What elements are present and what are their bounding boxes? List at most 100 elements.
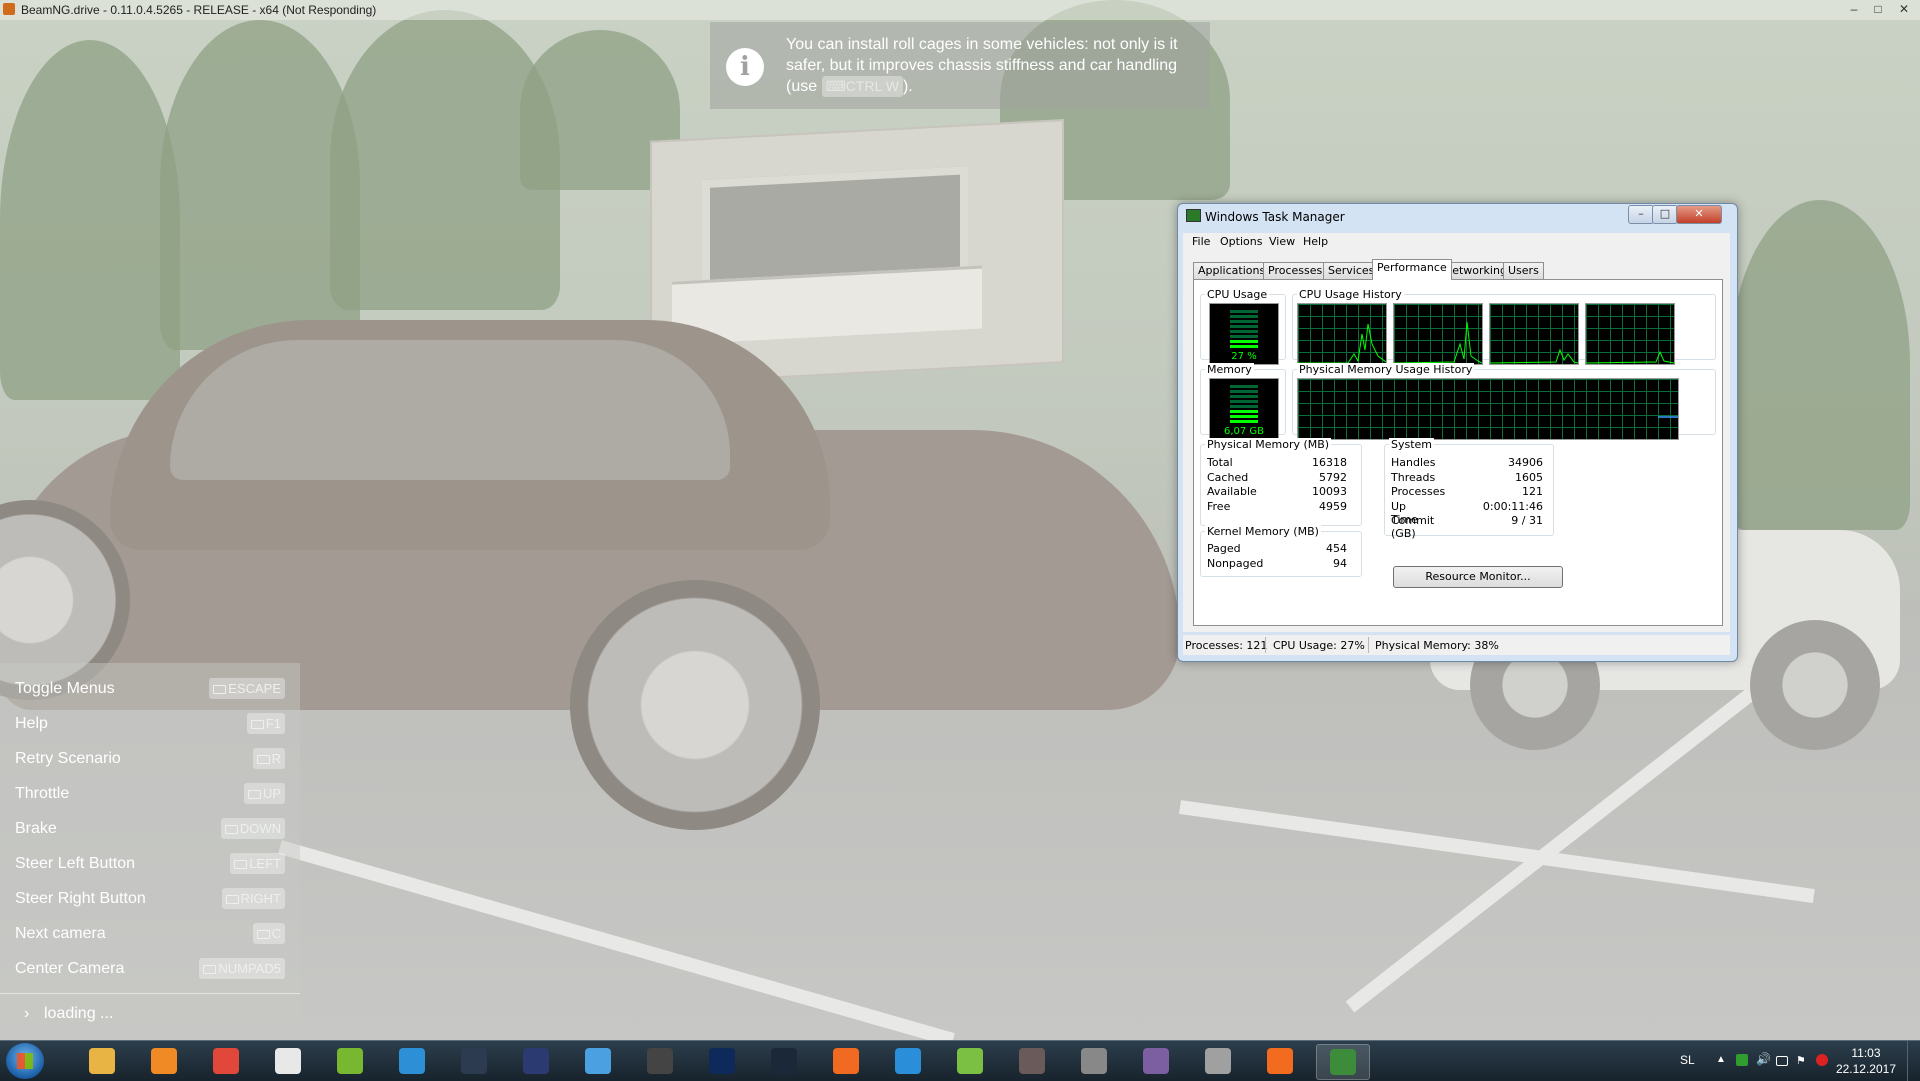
help-item-label: Brake (15, 820, 57, 837)
taskmgr-icon (1330, 1049, 1356, 1075)
taskbar-app[interactable] (510, 1044, 562, 1078)
tm-close-button[interactable]: ✕ (1676, 205, 1722, 224)
taskbar-app[interactable] (572, 1044, 624, 1078)
taskbar-app[interactable] (696, 1044, 748, 1078)
physical-memory-group: Physical Memory (MB) Total 16318 Cached 57… (1200, 438, 1362, 526)
meter-bar (1230, 345, 1258, 348)
loading-bar[interactable]: › loading ... (0, 993, 300, 1036)
taskbar-app[interactable] (1068, 1044, 1120, 1078)
kernel-memory-label: Kernel Memory (MB) (1205, 525, 1321, 538)
meter-bar (1230, 400, 1258, 403)
tab-services[interactable]: Services (1323, 262, 1380, 279)
uplay-icon (895, 1048, 921, 1074)
tab-applications[interactable]: Applications (1193, 262, 1271, 279)
flag-icon[interactable]: ⚑ (1796, 1054, 1808, 1067)
tab-users[interactable]: Users (1503, 262, 1544, 279)
tip-key: ⌨CTRL W (821, 76, 903, 97)
status-memory: Physical Memory: 38% (1375, 639, 1499, 652)
taskbar-app[interactable] (1130, 1044, 1182, 1078)
taskbar-app[interactable] (1316, 1044, 1370, 1080)
meter-bar (1230, 390, 1258, 393)
info-icon: i (726, 48, 764, 86)
menu-file[interactable]: File (1192, 235, 1210, 248)
start-button[interactable] (6, 1043, 44, 1079)
tm-maximize-button[interactable]: □ (1652, 205, 1678, 224)
tm-minimize-button[interactable]: – (1628, 205, 1654, 224)
taskbar-app[interactable] (944, 1044, 996, 1078)
resource-monitor-button[interactable]: Resource Monitor... (1393, 566, 1563, 588)
cpu-core-graph (1585, 303, 1675, 365)
taskbar-app[interactable] (138, 1044, 190, 1078)
keyboard-icon (250, 720, 264, 730)
steam-icon (771, 1048, 797, 1074)
show-desktop-button[interactable] (1907, 1041, 1920, 1081)
game-title-bar: BeamNG.drive - 0.11.0.4.5265 - RELEASE -… (0, 0, 1920, 20)
taskbar-app[interactable] (882, 1044, 934, 1078)
cpu-meter: 27 % (1209, 303, 1279, 365)
help-item[interactable]: Brake DOWN (0, 812, 300, 847)
meter-bar (1230, 385, 1258, 388)
physical-memory-label: Physical Memory (MB) (1205, 438, 1332, 451)
key-badge: UP (243, 783, 285, 804)
chevron-up-icon[interactable]: ▲ (1716, 1054, 1728, 1066)
help-item[interactable]: Help F1 (0, 707, 300, 742)
bluestacks-icon (957, 1048, 983, 1074)
menu-help[interactable]: Help (1303, 235, 1328, 248)
mail-icon (523, 1048, 549, 1074)
system-group: System Handles 34906 Threads 1605 Processe… (1384, 438, 1554, 540)
cpu-usage-label: CPU Usage (1205, 288, 1270, 301)
tab-performance[interactable]: Performance (1372, 259, 1452, 280)
help-item[interactable]: Toggle Menus ESCAPE (0, 672, 300, 707)
task-manager-window[interactable]: Windows Task Manager – □ ✕ File Options … (1177, 203, 1738, 662)
vs-icon (585, 1048, 611, 1074)
meter-bar (1230, 315, 1258, 318)
menu-options[interactable]: Options (1220, 235, 1262, 248)
lightroom-icon (461, 1048, 487, 1074)
antivirus-icon[interactable] (1816, 1054, 1828, 1066)
help-item[interactable]: Center Camera NUMPAD5 (0, 952, 300, 987)
help-item-label: Help (15, 715, 48, 732)
clock[interactable]: 11:03 22.12.2017 (1836, 1045, 1896, 1077)
cpu-core-graph (1297, 303, 1387, 365)
taskbar-app[interactable] (324, 1044, 376, 1078)
cpu-meter-bars (1230, 308, 1258, 348)
taskbar-app[interactable] (758, 1044, 810, 1078)
language-indicator[interactable]: SL (1680, 1053, 1695, 1067)
help-item[interactable]: Retry Scenario R (0, 742, 300, 777)
taskmgr-icon (1186, 209, 1201, 222)
keyboard-icon (203, 965, 217, 975)
explorer-icon (89, 1048, 115, 1074)
taskbar-app[interactable] (262, 1044, 314, 1078)
network-icon[interactable] (1776, 1056, 1788, 1066)
memory-meter: 6,07 GB (1209, 378, 1279, 440)
keyboard-icon (256, 755, 270, 765)
taskbar-app[interactable] (1192, 1044, 1244, 1078)
taskbar-app[interactable] (76, 1044, 128, 1078)
corsair-icon (275, 1048, 301, 1074)
help-item[interactable]: Throttle UP (0, 777, 300, 812)
help-item-label: Throttle (15, 785, 70, 802)
maximize-button[interactable]: □ (1866, 0, 1890, 18)
help-item[interactable]: Next camera C (0, 917, 300, 952)
taskbar-app[interactable] (820, 1044, 872, 1078)
taskbar-app[interactable] (1254, 1044, 1306, 1078)
help-item[interactable]: Steer Left Button LEFT (0, 847, 300, 882)
help-item[interactable]: Steer Right Button RIGHT (0, 882, 300, 917)
tip-text-after: ). (902, 78, 913, 95)
taskbar-app[interactable] (386, 1044, 438, 1078)
keyboard-icon (224, 825, 238, 835)
taskbar-app[interactable] (634, 1044, 686, 1078)
cpu-history-label: CPU Usage History (1297, 288, 1404, 301)
menu-view[interactable]: View (1269, 235, 1295, 248)
tab-processes[interactable]: Processes (1263, 262, 1328, 279)
meter-bar (1230, 410, 1258, 413)
taskbar-app[interactable] (1006, 1044, 1058, 1078)
minimize-button[interactable]: – (1842, 0, 1866, 18)
taskbar-app[interactable] (448, 1044, 500, 1078)
taskbar-app[interactable] (200, 1044, 252, 1078)
close-button[interactable]: ✕ (1892, 0, 1916, 18)
volume-icon[interactable]: 🔊 (1756, 1052, 1771, 1066)
system-label: System (1389, 438, 1435, 451)
app-tray-icon[interactable] (1736, 1054, 1748, 1066)
help-item-label: Toggle Menus (15, 680, 115, 697)
